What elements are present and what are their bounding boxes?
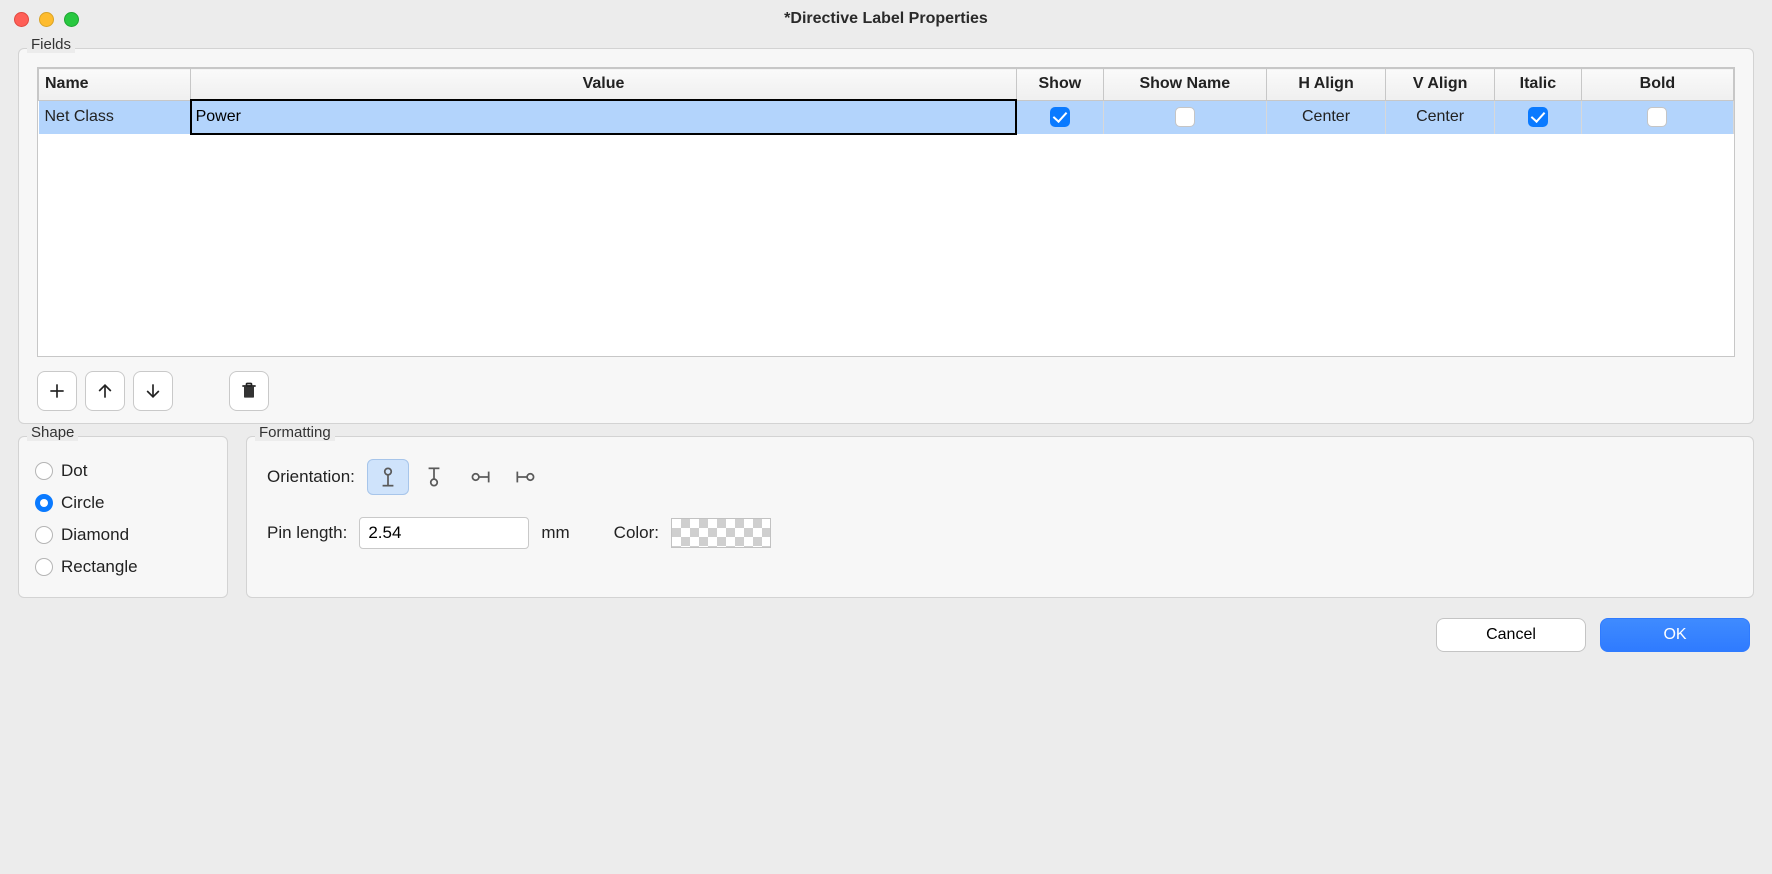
cell-name[interactable]: Net Class xyxy=(39,100,191,134)
cell-halign[interactable]: Center xyxy=(1266,100,1386,134)
cell-show-name[interactable] xyxy=(1103,100,1266,134)
shape-label: Diamond xyxy=(61,525,129,545)
cell-italic[interactable] xyxy=(1494,100,1581,134)
move-up-button[interactable] xyxy=(85,371,125,411)
shape-option-diamond[interactable]: Diamond xyxy=(33,519,213,551)
close-icon[interactable] xyxy=(14,12,29,27)
fields-table: Name Value Show Show Name H Align V Alig… xyxy=(38,68,1734,135)
pin-length-input[interactable] xyxy=(359,517,529,549)
radio-icon xyxy=(35,494,53,512)
orientation-down-button[interactable] xyxy=(413,459,455,495)
shape-group: Shape Dot Circle Diamond Rectangle xyxy=(18,436,228,598)
titlebar: *Directive Label Properties xyxy=(0,0,1772,38)
fields-table-wrap: Name Value Show Show Name H Align V Alig… xyxy=(37,67,1735,357)
window-title: *Directive Label Properties xyxy=(14,10,1758,28)
value-input[interactable] xyxy=(196,108,1012,126)
cell-value[interactable] xyxy=(191,100,1017,134)
col-header-valign[interactable]: V Align xyxy=(1386,69,1495,101)
table-toolbar xyxy=(37,371,1735,411)
arrow-down-icon xyxy=(143,381,163,401)
table-header-row: Name Value Show Show Name H Align V Alig… xyxy=(39,69,1734,101)
shape-option-rectangle[interactable]: Rectangle xyxy=(33,551,213,583)
fields-group: Fields Name Value Show Show Name H Align xyxy=(18,48,1754,424)
orientation-up-icon xyxy=(375,464,401,490)
shape-legend: Shape xyxy=(27,424,78,441)
dialog-footer: Cancel OK xyxy=(18,618,1754,652)
pin-length-label: Pin length: xyxy=(267,523,347,543)
checkbox-italic[interactable] xyxy=(1528,107,1548,127)
trash-icon xyxy=(239,381,259,401)
dialog-window: *Directive Label Properties Fields Name … xyxy=(0,0,1772,874)
col-header-halign[interactable]: H Align xyxy=(1266,69,1386,101)
orientation-up-button[interactable] xyxy=(367,459,409,495)
orientation-buttons xyxy=(367,459,547,495)
add-row-button[interactable] xyxy=(37,371,77,411)
orientation-label: Orientation: xyxy=(267,467,355,487)
pin-length-row: Pin length: mm Color: xyxy=(267,517,1733,549)
orientation-row: Orientation: xyxy=(267,459,1733,495)
plus-icon xyxy=(47,381,67,401)
table-row[interactable]: Net Class Center Center xyxy=(39,100,1734,134)
orientation-right-icon xyxy=(513,464,539,490)
col-header-italic[interactable]: Italic xyxy=(1494,69,1581,101)
arrow-up-icon xyxy=(95,381,115,401)
radio-icon xyxy=(35,462,53,480)
col-header-show[interactable]: Show xyxy=(1016,69,1103,101)
window-controls xyxy=(14,12,79,27)
shape-label: Rectangle xyxy=(61,557,138,577)
zoom-icon[interactable] xyxy=(64,12,79,27)
formatting-legend: Formatting xyxy=(255,424,335,441)
fields-legend: Fields xyxy=(27,36,75,53)
col-header-show-name[interactable]: Show Name xyxy=(1103,69,1266,101)
shape-label: Circle xyxy=(61,493,104,513)
move-down-button[interactable] xyxy=(133,371,173,411)
pin-length-unit: mm xyxy=(541,523,569,543)
checkbox-show[interactable] xyxy=(1050,107,1070,127)
orientation-left-button[interactable] xyxy=(459,459,501,495)
shape-label: Dot xyxy=(61,461,87,481)
ok-button[interactable]: OK xyxy=(1600,618,1750,652)
cell-bold[interactable] xyxy=(1581,100,1733,134)
col-header-name[interactable]: Name xyxy=(39,69,191,101)
col-header-value[interactable]: Value xyxy=(191,69,1017,101)
cancel-button[interactable]: Cancel xyxy=(1436,618,1586,652)
radio-icon xyxy=(35,558,53,576)
cell-valign[interactable]: Center xyxy=(1386,100,1495,134)
formatting-group: Formatting Orientation: xyxy=(246,436,1754,598)
radio-icon xyxy=(35,526,53,544)
color-label: Color: xyxy=(614,523,659,543)
checkbox-bold[interactable] xyxy=(1647,107,1667,127)
lower-row: Shape Dot Circle Diamond Rectangle xyxy=(18,436,1754,598)
minimize-icon[interactable] xyxy=(39,12,54,27)
checkbox-show-name[interactable] xyxy=(1175,107,1195,127)
orientation-down-icon xyxy=(421,464,447,490)
delete-row-button[interactable] xyxy=(229,371,269,411)
dialog-content: Fields Name Value Show Show Name H Align xyxy=(0,38,1772,874)
shape-option-dot[interactable]: Dot xyxy=(33,455,213,487)
orientation-right-button[interactable] xyxy=(505,459,547,495)
col-header-bold[interactable]: Bold xyxy=(1581,69,1733,101)
cell-show[interactable] xyxy=(1016,100,1103,134)
color-swatch-button[interactable] xyxy=(671,518,771,548)
shape-option-circle[interactable]: Circle xyxy=(33,487,213,519)
orientation-left-icon xyxy=(467,464,493,490)
